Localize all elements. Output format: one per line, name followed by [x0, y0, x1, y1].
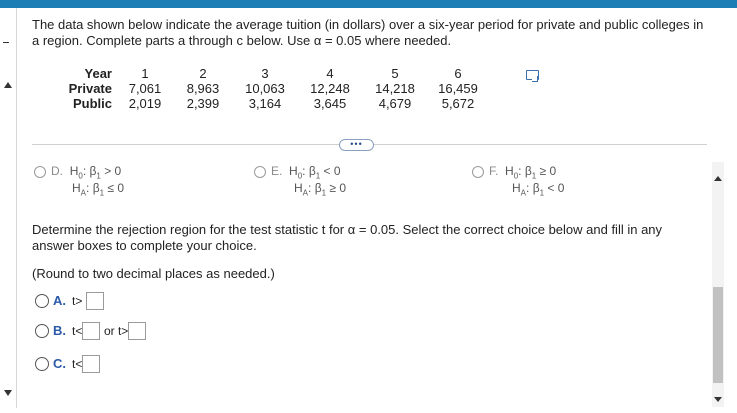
answer-box-b-lower[interactable]: [82, 321, 101, 340]
h0-line: H0: β1 > 0: [69, 164, 122, 181]
answer-box-b-upper[interactable]: [128, 321, 147, 340]
table-cell: 8,963: [186, 81, 220, 96]
table-cell: 5,672: [441, 96, 475, 111]
table-cell: 2,399: [186, 96, 220, 111]
answer-box-a[interactable]: [85, 291, 104, 310]
table-row-year: Year 1 2 3 4 5 6: [60, 66, 490, 81]
scroll-up-arrow-icon[interactable]: [714, 176, 722, 181]
question-text: Determine the rejection region for the t…: [32, 222, 663, 253]
table-cell: 2: [199, 66, 207, 81]
choice-text: t<: [72, 324, 83, 338]
hypothesis-option-d-ha: HA: β1 ≤ 0: [72, 181, 124, 198]
option-letter: D.: [51, 164, 63, 178]
scroll-down-arrow-icon[interactable]: [4, 390, 12, 396]
collapse-dash-icon[interactable]: [3, 42, 9, 43]
radio-icon[interactable]: [35, 323, 49, 338]
table-row-public: Public 2,019 2,399 3,164 3,645 4,679 5,6…: [60, 96, 490, 111]
choice-b[interactable]: B. t< or t>: [35, 321, 147, 340]
copy-data-icon[interactable]: [526, 70, 539, 82]
table-cell: 1: [141, 66, 149, 81]
table-cell: 2,019: [128, 96, 162, 111]
table-cell: 16,459: [438, 81, 478, 96]
tuition-table: Year 1 2 3 4 5 6 Private 7,061 8,963 10,…: [60, 66, 490, 111]
expand-more-button[interactable]: •••: [339, 139, 374, 151]
row-label-public: Public: [72, 96, 112, 111]
row-label-year: Year: [84, 66, 112, 81]
radio-icon[interactable]: [34, 165, 46, 178]
choice-letter: B.: [53, 323, 66, 338]
radio-icon[interactable]: [472, 165, 484, 178]
table-cell: 3: [261, 66, 269, 81]
choice-text: t>: [72, 294, 83, 308]
table-cell: 10,063: [245, 81, 285, 96]
hypothesis-option-e-ha: HA: β1 ≥ 0: [294, 181, 346, 198]
choice-letter: A.: [53, 293, 66, 308]
table-cell: 3,645: [313, 96, 347, 111]
left-panel: [0, 8, 16, 413]
radio-icon[interactable]: [254, 165, 266, 178]
round-note: (Round to two decimal places as needed.): [32, 266, 275, 281]
row-label-private: Private: [68, 81, 112, 96]
table-cell: 6: [454, 66, 462, 81]
option-letter: F.: [489, 164, 499, 178]
table-cell: 4: [326, 66, 334, 81]
scroll-down-arrow-icon[interactable]: [714, 397, 722, 402]
table-cell: 12,248: [310, 81, 350, 96]
answer-box-c[interactable]: [82, 354, 101, 373]
choice-text: t<: [72, 357, 83, 371]
table-cell: 3,164: [248, 96, 282, 111]
hypothesis-option-f-ha: HA: β1 < 0: [512, 181, 565, 198]
h0-line: H0: β1 < 0: [289, 164, 341, 181]
problem-intro: The data shown below indicate the averag…: [32, 17, 704, 48]
choice-text: or t>: [103, 324, 129, 338]
table-row-private: Private 7,061 8,963 10,063 12,248 14,218…: [60, 81, 490, 96]
table-cell: 5: [391, 66, 399, 81]
option-letter: E.: [271, 164, 283, 178]
table-cell: 14,218: [375, 81, 415, 96]
h0-line: H0: β1 ≥ 0: [505, 164, 557, 181]
top-accent-bar: [0, 0, 737, 8]
radio-icon[interactable]: [35, 356, 49, 371]
scroll-up-arrow-icon[interactable]: [4, 82, 12, 88]
left-divider: [16, 8, 17, 408]
table-cell: 7,061: [128, 81, 162, 96]
choice-letter: C.: [53, 356, 66, 371]
choice-c[interactable]: C. t<: [35, 354, 101, 373]
radio-icon[interactable]: [35, 293, 49, 308]
scrollbar-thumb[interactable]: [713, 287, 723, 383]
table-cell: 4,679: [378, 96, 412, 111]
choice-a[interactable]: A. t>: [35, 291, 104, 310]
